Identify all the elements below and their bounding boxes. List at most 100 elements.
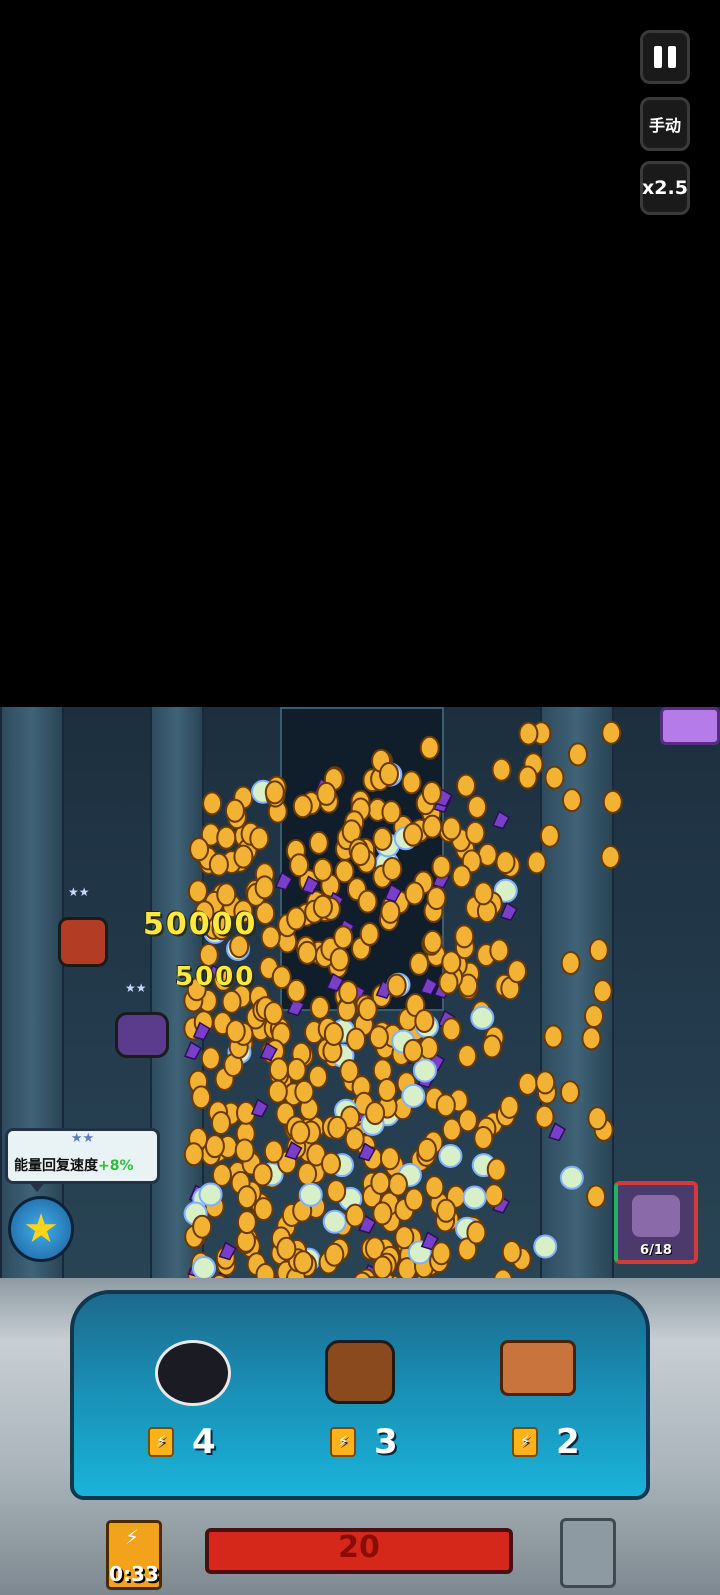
coin-icon (379, 1146, 400, 1171)
coin-icon (276, 1236, 297, 1261)
coin-icon (345, 1203, 366, 1228)
coin-icon (378, 762, 399, 787)
coin-icon (451, 864, 472, 889)
coin-icon (297, 940, 318, 965)
hero-robot (115, 1012, 169, 1058)
coin-icon (486, 1157, 507, 1182)
coin-icon (526, 850, 547, 875)
speed-button[interactable]: x2.5 (640, 161, 690, 215)
coin-icon (466, 1220, 487, 1245)
mystery-orb-icon (401, 1083, 426, 1108)
coin-icon (592, 979, 613, 1004)
coin-icon (204, 1134, 225, 1159)
coin-icon (416, 1137, 437, 1162)
gem-icon (274, 871, 293, 891)
coin-icon (426, 886, 447, 911)
coin-icon (264, 780, 285, 805)
coin-icon (286, 1057, 307, 1082)
gem-icon (499, 902, 518, 922)
coin-icon (254, 875, 275, 900)
coin-icon (495, 850, 516, 875)
coin-icon (316, 781, 337, 806)
coin-icon (560, 950, 581, 975)
mystery-orb-icon (322, 1209, 347, 1234)
coin-icon (380, 899, 401, 924)
energy-icon: ⚡ (148, 1427, 174, 1457)
card-cost: 3 (374, 1422, 398, 1462)
coin-icon (267, 1079, 288, 1104)
energy-icon: ⚡ (330, 1427, 356, 1457)
coin-icon (559, 1080, 580, 1105)
mystery-orb-icon (412, 1058, 437, 1083)
coin-icon (216, 825, 237, 850)
gem-icon (183, 1041, 202, 1061)
coin-icon (308, 830, 329, 855)
coin-icon (419, 735, 440, 760)
coin-icon (454, 924, 475, 949)
coin-icon (187, 879, 208, 904)
coin-icon (359, 922, 380, 947)
coin-icon (517, 765, 538, 790)
coin-icon (297, 1161, 318, 1186)
wave-card[interactable]: 6/18 (614, 1181, 698, 1264)
coin-icon (260, 925, 281, 950)
coin-icon (263, 1001, 284, 1026)
coin-icon (294, 1079, 315, 1104)
mystery-orb-icon (470, 1005, 495, 1030)
damage-number: 5000 (175, 962, 256, 992)
coin-icon (424, 1175, 445, 1200)
coin-icon (289, 853, 310, 878)
coin-icon (473, 1126, 494, 1151)
coin-icon (208, 852, 229, 877)
coin-icon (382, 856, 403, 881)
buff-stars: ★★ (70, 1131, 95, 1146)
coin-icon (581, 1026, 602, 1051)
coin-icon (370, 1170, 391, 1195)
coin-icon (236, 1210, 257, 1235)
coin-icon (350, 842, 371, 867)
coin-icon (225, 1019, 246, 1044)
coin-icon (517, 1071, 538, 1096)
coin-icon (409, 951, 430, 976)
coin-icon (438, 970, 459, 995)
coin-icon (435, 1093, 456, 1118)
coin-icon (271, 965, 292, 990)
pause-button[interactable] (640, 30, 690, 84)
coin-icon (216, 882, 237, 907)
coin-icon (327, 1115, 348, 1140)
coin-icon (386, 973, 407, 998)
hero-stars-2: ★★ (125, 981, 147, 995)
coin-icon (586, 1184, 607, 1209)
wave-count: 6/18 (640, 1243, 672, 1258)
hero-warrior (58, 917, 108, 967)
coin-icon (372, 1255, 393, 1280)
manual-mode-button[interactable]: 手动 (640, 97, 690, 151)
buff-value: +8% (98, 1158, 134, 1174)
mystery-orb-icon (462, 1185, 487, 1210)
coin-icon (601, 720, 622, 745)
coin-icon (422, 814, 443, 839)
coin-icon (224, 798, 245, 823)
base-hp-value: 20 (338, 1530, 380, 1565)
venom-icon (155, 1340, 231, 1406)
coin-icon (543, 1024, 564, 1049)
coin-icon (293, 1250, 314, 1275)
star-button[interactable]: ★ (8, 1196, 74, 1262)
coin-icon (501, 1240, 522, 1265)
coin-icon (334, 859, 355, 884)
coin-icon (211, 1163, 232, 1188)
coin-icon (401, 770, 422, 795)
coin-icon (518, 721, 539, 746)
coin-icon (377, 1077, 398, 1102)
mystery-orb-icon (191, 1256, 216, 1281)
coin-icon (338, 980, 359, 1005)
coin-icon (404, 881, 425, 906)
coin-icon (312, 894, 333, 919)
pause-icon (654, 46, 662, 68)
card-cost: 4 (192, 1422, 216, 1462)
coin-icon (583, 1004, 604, 1029)
lightning-icon: ⚡ (125, 1525, 140, 1549)
coin-icon (321, 1151, 342, 1176)
coin-icon (441, 1017, 462, 1042)
brawler-icon (325, 1340, 395, 1404)
